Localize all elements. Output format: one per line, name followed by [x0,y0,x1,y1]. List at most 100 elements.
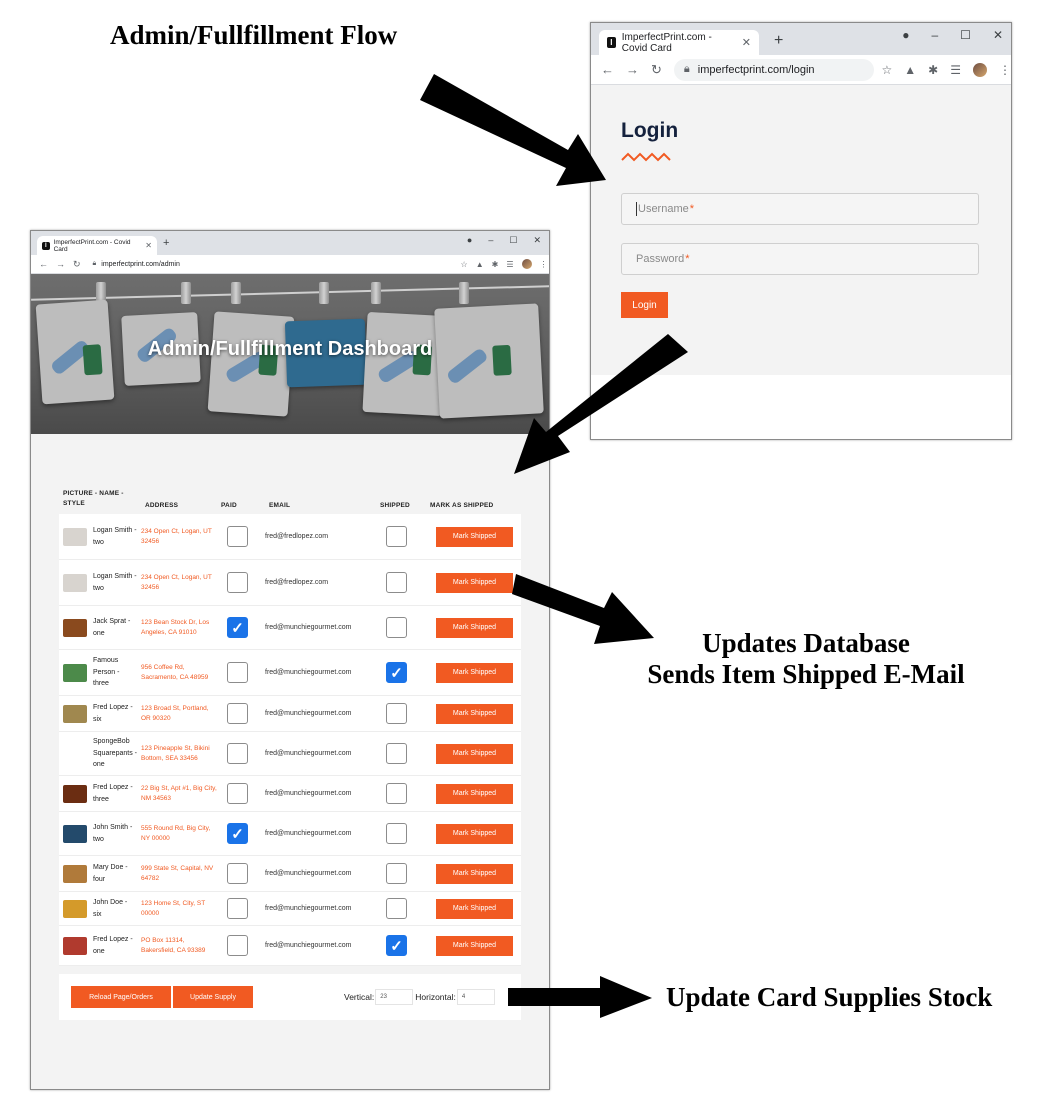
admin-tab[interactable]: I ImperfectPrint.com - Covid Card ✕ [37,236,157,255]
maximize-icon[interactable]: ☐ [509,235,517,246]
picture-name-cell: Logan Smith - two [59,525,141,548]
close-tab-icon[interactable]: ✕ [145,241,152,250]
paid-checkbox[interactable] [227,783,248,804]
profile-menu-icon[interactable]: ● [902,28,909,42]
mark-shipped-button[interactable]: Mark Shipped [436,863,513,884]
reading-list-icon[interactable]: ☰ [950,63,961,77]
update-supply-button[interactable]: Update Supply [173,986,253,1008]
password-field[interactable]: Password * [621,243,979,275]
shipped-cell [376,743,426,764]
bookmark-star-icon[interactable]: ☆ [882,63,893,77]
minimize-icon[interactable]: – [931,28,938,42]
shipped-checkbox[interactable] [386,617,407,638]
reload-icon[interactable]: ↻ [73,259,81,270]
address-cell: 22 Big St, Apt #1, Big City, NM 34563 [141,784,217,802]
shipped-checkbox[interactable] [386,863,407,884]
customer-name-style: John Doe - six [93,899,128,918]
shipped-checkbox[interactable] [386,783,407,804]
url-bar[interactable]: 🔒︎ imperfectprint.com/admin [88,256,459,272]
mark-shipped-button[interactable]: Mark Shipped [436,935,513,956]
forward-icon[interactable]: → [626,62,639,78]
mark-shipped-button[interactable]: Mark Shipped [436,743,513,764]
login-button[interactable]: Login [621,292,668,318]
paid-checkbox[interactable]: ✓ [227,617,248,638]
picture-name-cell: Logan Smith - two [59,571,141,594]
paid-cell [217,572,265,593]
shipped-checkbox[interactable]: ✓ [386,662,407,683]
paid-checkbox[interactable] [227,898,248,919]
mark-shipped-button[interactable]: Mark Shipped [436,662,513,683]
maximize-icon[interactable]: ☐ [960,28,971,42]
new-tab-icon[interactable]: + [774,32,783,50]
horizontal-input[interactable]: 4 [456,989,495,1005]
site-favicon-icon: I [42,241,50,250]
shipped-checkbox[interactable]: ✓ [386,935,407,956]
shipped-checkbox[interactable] [386,898,407,919]
photo-thumbnail [63,899,87,918]
paid-checkbox[interactable] [227,935,248,956]
close-window-icon[interactable]: ✕ [533,235,541,246]
more-menu-icon[interactable]: ⋮ [540,260,548,269]
customer-name-style: Fred Lopez - three [93,784,133,803]
extensions-icon[interactable]: ✱ [928,63,938,77]
drive-icon[interactable]: ▲ [476,260,484,269]
address-cell: 123 Home St, City, ST 00000 [141,899,206,917]
mark-cell: Mark Shipped [426,863,517,884]
mark-shipped-button[interactable]: Mark Shipped [436,526,513,547]
supplies-caption: Update Card Supplies Stock [666,982,993,1012]
paid-checkbox[interactable] [227,703,248,724]
drive-icon[interactable]: ▲ [904,63,916,77]
url-bar[interactable]: 🔒︎ imperfectprint.com/login [673,58,874,81]
picture-name-cell: Fred Lopez - one [59,934,141,957]
mark-shipped-button[interactable]: Mark Shipped [436,823,513,844]
vaccine-card-image [207,311,295,417]
back-icon[interactable]: ← [39,259,48,270]
reload-icon[interactable]: ↻ [651,62,662,78]
paid-checkbox[interactable] [227,863,248,884]
extensions-icon[interactable]: ✱ [492,260,499,269]
window-controls: ● – ☐ ✕ [902,28,1003,42]
reading-list-icon[interactable]: ☰ [506,260,513,269]
more-menu-icon[interactable]: ⋮ [999,63,1011,77]
shipped-checkbox[interactable] [386,743,407,764]
url-text: imperfectprint.com/login [697,63,815,76]
mark-cell: Mark Shipped [426,526,517,547]
mark-shipped-button[interactable]: Mark Shipped [436,572,513,593]
close-window-icon[interactable]: ✕ [993,28,1003,42]
photo-thumbnail [63,936,87,955]
login-heading: Login [621,119,679,142]
paid-checkbox[interactable] [227,662,248,683]
back-icon[interactable]: ← [601,62,614,78]
mark-shipped-button[interactable]: Mark Shipped [436,617,513,638]
address-bar-row: ← → ↻ 🔒︎ imperfectprint.com/login ☆ ▲ ✱ … [591,55,1011,85]
profile-menu-icon[interactable]: ● [467,235,472,246]
username-field[interactable]: Username * [621,193,979,225]
close-tab-icon[interactable]: ✕ [742,36,751,49]
new-tab-icon[interactable]: + [163,237,169,249]
extensions-area: ☆ ▲ ✱ ☰ ⋮ [882,62,1011,77]
pretzel-thumbnail [63,864,87,883]
shipped-checkbox[interactable] [386,526,407,547]
paid-checkbox[interactable] [227,743,248,764]
avatar[interactable] [973,62,987,77]
shipped-checkbox[interactable] [386,703,407,724]
mark-cell: Mark Shipped [426,783,517,804]
mark-shipped-button[interactable]: Mark Shipped [436,898,513,919]
customer-name-style: Fred Lopez - one [93,936,133,955]
reload-orders-button[interactable]: Reload Page/Orders [71,986,171,1008]
mark-shipped-button[interactable]: Mark Shipped [436,703,513,724]
customer-name-style: SpongeBob Squarepants - one [93,738,137,769]
mark-cell: Mark Shipped [426,617,517,638]
shipped-checkbox[interactable] [386,572,407,593]
paid-checkbox[interactable]: ✓ [227,823,248,844]
minimize-icon[interactable]: – [488,235,493,246]
login-tab[interactable]: I ImperfectPrint.com - Covid Card ✕ [599,30,759,55]
avatar[interactable] [521,259,532,269]
shipped-checkbox[interactable] [386,823,407,844]
paid-checkbox[interactable] [227,572,248,593]
vertical-input[interactable]: 23 [375,989,414,1005]
mark-shipped-button[interactable]: Mark Shipped [436,783,513,804]
paid-checkbox[interactable] [227,526,248,547]
bookmark-star-icon[interactable]: ☆ [461,260,468,269]
forward-icon[interactable]: → [56,259,65,270]
